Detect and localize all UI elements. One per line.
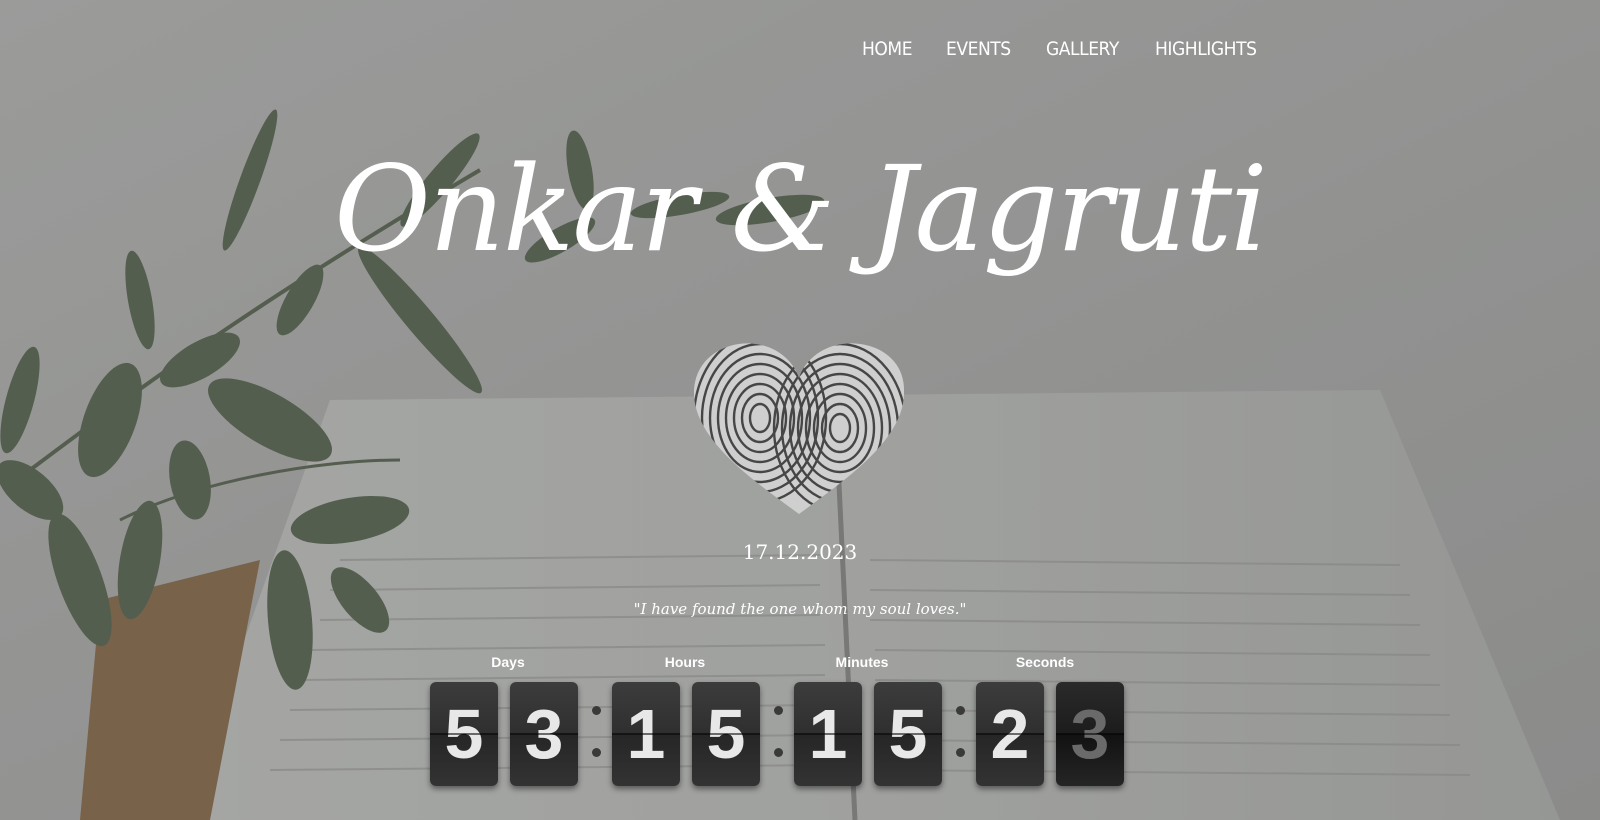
main-nav: HOME EVENTS GALLERY HIGHLIGHTS (862, 38, 1267, 60)
separator-colon (590, 706, 602, 766)
nav-events-link[interactable]: EVENTS (946, 38, 1011, 60)
hero-section: HOME EVENTS GALLERY HIGHLIGHTS Onkar & J… (0, 0, 1600, 820)
seconds-label: Seconds (1015, 654, 1075, 670)
countdown-timer: 5 3 1 5 1 5 2 3 (430, 682, 1130, 787)
hours-label: Hours (664, 654, 706, 670)
hours-ones-digit: 5 (692, 682, 760, 786)
minutes-tens-digit: 1 (794, 682, 862, 786)
separator-colon (772, 706, 784, 766)
nav-home-link[interactable]: HOME (862, 38, 913, 60)
quote-text: "I have found the one whom my soul loves… (633, 600, 967, 618)
seconds-ones-digit: 3 (1056, 682, 1124, 786)
seconds-tens-digit: 2 (976, 682, 1044, 786)
couple-names: Onkar & Jagruti (334, 140, 1268, 278)
minutes-label: Minutes (835, 654, 889, 670)
days-ones-digit: 3 (510, 682, 578, 786)
nav-gallery-link[interactable]: GALLERY (1046, 38, 1119, 60)
wedding-date: 17.12.2023 (742, 540, 858, 564)
days-tens-digit: 5 (430, 682, 498, 786)
minutes-ones-digit: 5 (874, 682, 942, 786)
days-label: Days (491, 654, 525, 670)
countdown-labels: Days Hours Minutes Seconds (0, 654, 1600, 674)
nav-highlights-link[interactable]: HIGHLIGHTS (1155, 38, 1257, 60)
fingerprint-heart-icon (693, 343, 905, 514)
hours-tens-digit: 1 (612, 682, 680, 786)
separator-colon (954, 706, 966, 766)
